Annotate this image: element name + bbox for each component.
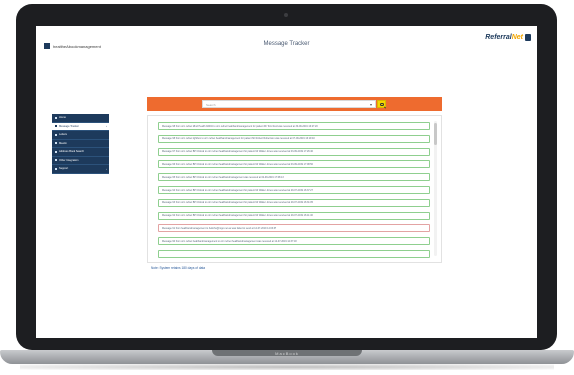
message-item[interactable]: Message 94 from orm refnet BP Clinical t… [158,186,430,194]
search-placeholder: Search [206,102,216,107]
message-item[interactable] [158,250,430,258]
sidebar-item[interactable]: Meetin [52,140,109,148]
page-title: Message Tracker [263,41,310,47]
message-item[interactable]: Message 90 from orm refnet healthandmana… [158,237,430,246]
message-text: Message 94 from orm refnet BP Clinical t… [162,188,313,192]
message-item[interactable]: Message 95 from orm refnet BP Clinical t… [158,173,430,182]
home-icon [55,116,57,119]
message-text: Message 97 from orm refnet BP Clinical t… [162,150,313,154]
book-icon [55,150,57,153]
envelope-icon [55,125,57,128]
message-list: Message 98 from orm refnet Mind Health 9… [147,115,442,263]
chevron-down-icon[interactable]: ▾ [370,102,372,107]
laptop-shadow [20,364,554,370]
message-item[interactable]: Message 96 from orm refnet BP Clinical t… [158,160,430,169]
message-text: Message 98 from orm refnet Mind Health 9… [162,124,318,128]
search-bar: Search ▾ [147,97,442,111]
message-item[interactable]: Message 98 from orm refnet lightbox to o… [158,134,430,143]
brand-right-logo: ReferralNet [485,34,531,41]
laptop-lid: healtheAbookmanagement Message Tracker R… [16,4,557,350]
message-text: Message 93 from orm refnet BP Clinical t… [162,201,313,205]
search-button[interactable] [377,100,386,108]
sidebar-item-label: Meetin [59,141,67,145]
message-item[interactable]: Message 97 from orm refnet BP Clinical t… [158,147,430,156]
sidebar-item[interactable]: Other Integration [52,157,109,165]
sidebar-item-label: Home [59,116,66,120]
message-item[interactable]: Message 91 from healthandmanagement to h… [158,224,430,233]
search-icon [380,102,384,106]
camera-icon [284,13,288,17]
calendar-icon [55,142,57,145]
laptop-base-label: MacBook [275,351,299,356]
document-icon [55,133,57,136]
sidebar-item[interactable]: Home [52,114,109,123]
message-list-scrollbar[interactable] [434,121,437,256]
sidebar-item-label: Letters [59,133,67,137]
message-text: Message 96 from orm refnet BP Clinical t… [162,162,313,166]
sidebar-item[interactable]: Address Book Search [52,148,109,157]
chevron-right-icon: › [106,124,107,129]
support-icon [55,167,57,170]
message-item[interactable]: Message 93 from orm refnet BP Clinical t… [158,198,430,207]
message-text: Message 91 from healthandmanagement to h… [162,226,277,230]
message-item[interactable]: Message 98 from orm refnet Mind Health 9… [158,122,430,130]
message-text: Message 92 from orm refnet BP Clinical t… [162,214,313,218]
sidebar-item-label: Message Tracker [59,124,79,128]
chevron-right-icon: › [106,166,107,171]
sidebar-item[interactable]: Message Tracker › [52,122,109,131]
sidebar-item-label: Support [59,167,69,171]
message-text: Message 98 from orm refnet lightbox to o… [162,137,315,141]
brand-right-icon [525,34,531,41]
message-item[interactable]: Message 92 from orm refnet BP Clinical t… [158,211,430,220]
scrollbar-thumb[interactable] [434,123,437,145]
message-text: Message 90 from orm refnet healthandmana… [162,239,297,243]
sidebar: Home Message Tracker › Letters Meetin Address… [52,114,109,174]
sidebar-item[interactable]: Letters [52,131,109,140]
retention-note: Note: System retains 180 days of data [151,266,206,270]
sidebar-item[interactable]: Support › [52,165,109,174]
sidebar-item-label: Address Book Search [59,150,85,154]
brand-right-text: ReferralNet [485,34,523,41]
laptop-screen: healtheAbookmanagement Message Tracker R… [36,26,537,338]
search-input[interactable]: Search ▾ [202,100,376,108]
link-icon [55,159,57,162]
sidebar-item-label: Other Integration [59,158,79,162]
message-text: Message 95 from orm refnet BP Clinical t… [162,175,284,179]
